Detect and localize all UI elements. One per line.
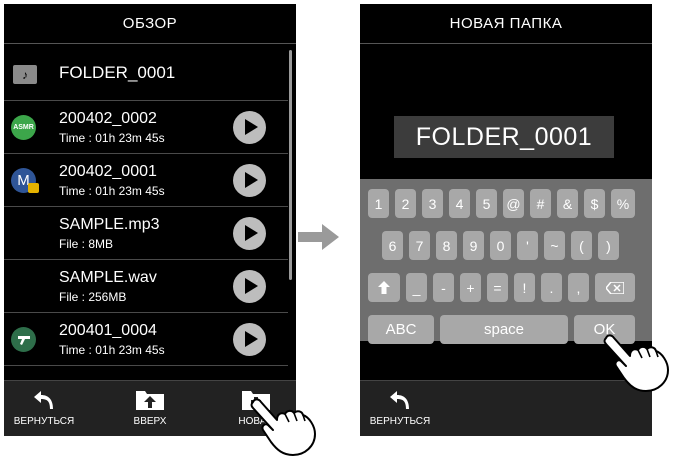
list-item[interactable]: SAMPLE.wav File : 256MB [4, 260, 288, 313]
pointing-hand-icon [603, 334, 669, 392]
key[interactable]: # [530, 189, 551, 218]
item-name: 200401_0004 [59, 322, 157, 339]
key[interactable]: ( [571, 231, 592, 260]
right-arrow-icon [298, 224, 339, 250]
play-icon[interactable] [233, 164, 266, 197]
screen-title: ОБЗОР [4, 4, 296, 44]
mark-t-icon [11, 327, 36, 352]
back-label: ВЕРНУТЬСЯ [13, 416, 75, 427]
key[interactable]: 2 [395, 189, 416, 218]
play-icon[interactable] [233, 270, 266, 303]
scrollbar[interactable] [289, 50, 292, 280]
key[interactable]: ) [598, 231, 619, 260]
key[interactable]: 7 [409, 231, 430, 260]
screen-title: НОВАЯ ПАПКА [360, 4, 652, 44]
space-key[interactable]: space [440, 315, 568, 344]
key[interactable]: ~ [544, 231, 565, 260]
play-icon[interactable] [233, 217, 266, 250]
up-label: ВВЕРХ [133, 416, 167, 427]
key[interactable]: $ [584, 189, 605, 218]
file-list: ♪ FOLDER_0001 ASMR 200402_0002 Time : 01… [4, 48, 288, 366]
key[interactable]: ' [517, 231, 538, 260]
key[interactable]: 5 [476, 189, 497, 218]
key[interactable]: 1 [368, 189, 389, 218]
key[interactable]: 3 [422, 189, 443, 218]
key[interactable]: = [487, 273, 508, 302]
key[interactable]: _ [406, 273, 427, 302]
key[interactable]: 9 [463, 231, 484, 260]
list-item[interactable]: SAMPLE.mp3 File : 8MB [4, 207, 288, 260]
backspace-key[interactable] [595, 273, 635, 302]
key[interactable]: ! [514, 273, 535, 302]
back-arrow-icon [34, 391, 53, 409]
key[interactable]: . [541, 273, 562, 302]
key[interactable]: - [433, 273, 454, 302]
folder-icon: ♪ [13, 65, 37, 84]
back-label: ВЕРНУТЬСЯ [369, 416, 431, 427]
key[interactable]: 0 [490, 231, 511, 260]
list-item[interactable]: 200401_0004 Time : 01h 23m 45s [4, 313, 288, 366]
key[interactable]: 4 [449, 189, 470, 218]
browse-screen: ОБЗОР ♪ FOLDER_0001 ASMR 200402_0002 Tim… [4, 4, 296, 436]
back-button[interactable]: ВЕРНУТЬСЯ [360, 389, 440, 427]
item-name: FOLDER_0001 [59, 63, 176, 82]
backspace-icon [606, 281, 624, 294]
list-item[interactable]: M 200402_0001 Time : 01h 23m 45s [4, 154, 288, 207]
item-meta: Time : 01h 23m 45s [59, 131, 165, 145]
on-screen-keyboard: 1 2 3 4 5 @ # & $ % 6 7 8 9 0 ' ~ ( ) _ … [360, 179, 652, 344]
item-meta: File : 8MB [59, 237, 114, 251]
item-name: SAMPLE.mp3 [59, 216, 160, 233]
key[interactable]: % [611, 189, 635, 218]
lock-icon [28, 183, 39, 193]
abc-key[interactable]: ABC [368, 315, 434, 344]
item-name: 200402_0002 [59, 110, 157, 127]
play-icon[interactable] [233, 323, 266, 356]
list-item-folder[interactable]: ♪ FOLDER_0001 [4, 48, 288, 101]
key[interactable]: , [568, 273, 589, 302]
shift-icon [378, 281, 390, 294]
pointing-hand-icon [250, 398, 316, 456]
folder-up-icon [136, 391, 164, 410]
back-arrow-icon [390, 391, 409, 409]
play-icon[interactable] [233, 111, 266, 144]
item-name: 200402_0001 [59, 163, 157, 180]
key[interactable]: 8 [436, 231, 457, 260]
back-button[interactable]: ВЕРНУТЬСЯ [4, 389, 84, 427]
shift-key[interactable] [368, 273, 400, 302]
up-button[interactable]: ВВЕРХ [110, 389, 190, 427]
key[interactable]: @ [503, 189, 524, 218]
list-item[interactable]: ASMR 200402_0002 Time : 01h 23m 45s [4, 101, 288, 154]
item-meta: File : 256MB [59, 290, 127, 304]
item-meta: Time : 01h 23m 45s [59, 184, 165, 198]
key[interactable]: & [557, 189, 578, 218]
item-meta: Time : 01h 23m 45s [59, 343, 165, 357]
key[interactable]: + [460, 273, 481, 302]
asmr-icon: ASMR [11, 115, 36, 140]
item-name: SAMPLE.wav [59, 269, 157, 286]
key[interactable]: 6 [382, 231, 403, 260]
folder-name-field[interactable]: FOLDER_0001 [394, 116, 614, 158]
